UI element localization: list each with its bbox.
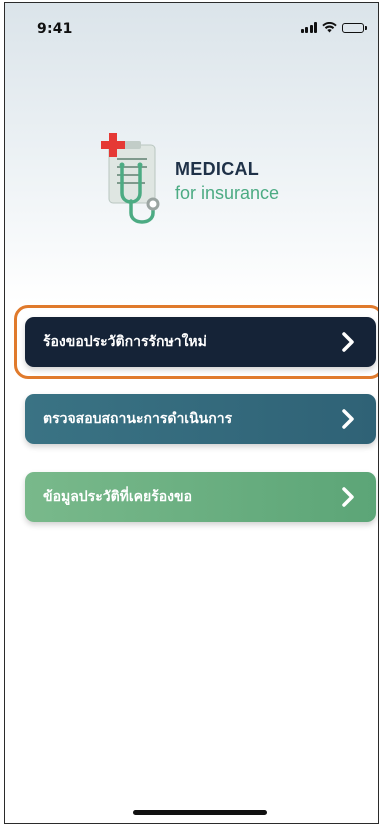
chevron-right-icon [342, 409, 354, 429]
request-history-button[interactable]: ข้อมูลประวัติที่เคยร้องขอ [25, 472, 376, 522]
request-new-history-label: ร้องขอประวัติการรักษาใหม่ [43, 334, 207, 350]
logo-title: MEDICAL [175, 159, 260, 179]
status-bar: 9:41 [5, 3, 378, 47]
app-logo: MEDICAL for insurance [95, 131, 325, 231]
logo-subtitle: for insurance [175, 183, 280, 203]
battery-icon [342, 22, 367, 33]
check-status-label: ตรวจสอบสถานะการดำเนินการ [43, 411, 233, 427]
chevron-right-icon [342, 332, 354, 352]
status-icons [300, 22, 367, 33]
wifi-icon [322, 22, 337, 33]
check-status-button[interactable]: ตรวจสอบสถานะการดำเนินการ [25, 394, 376, 444]
status-time: 9:41 [37, 21, 73, 37]
home-indicator[interactable] [133, 810, 267, 815]
medical-clipboard-stethoscope-icon [101, 133, 160, 224]
signal-icon [300, 22, 317, 33]
request-new-history-button[interactable]: ร้องขอประวัติการรักษาใหม่ [25, 317, 376, 367]
chevron-right-icon [342, 487, 354, 507]
phone-screen: 9:41 MEDICAL for insurance ร้องขอประวัติ… [4, 2, 379, 824]
request-history-label: ข้อมูลประวัติที่เคยร้องขอ [43, 489, 192, 505]
